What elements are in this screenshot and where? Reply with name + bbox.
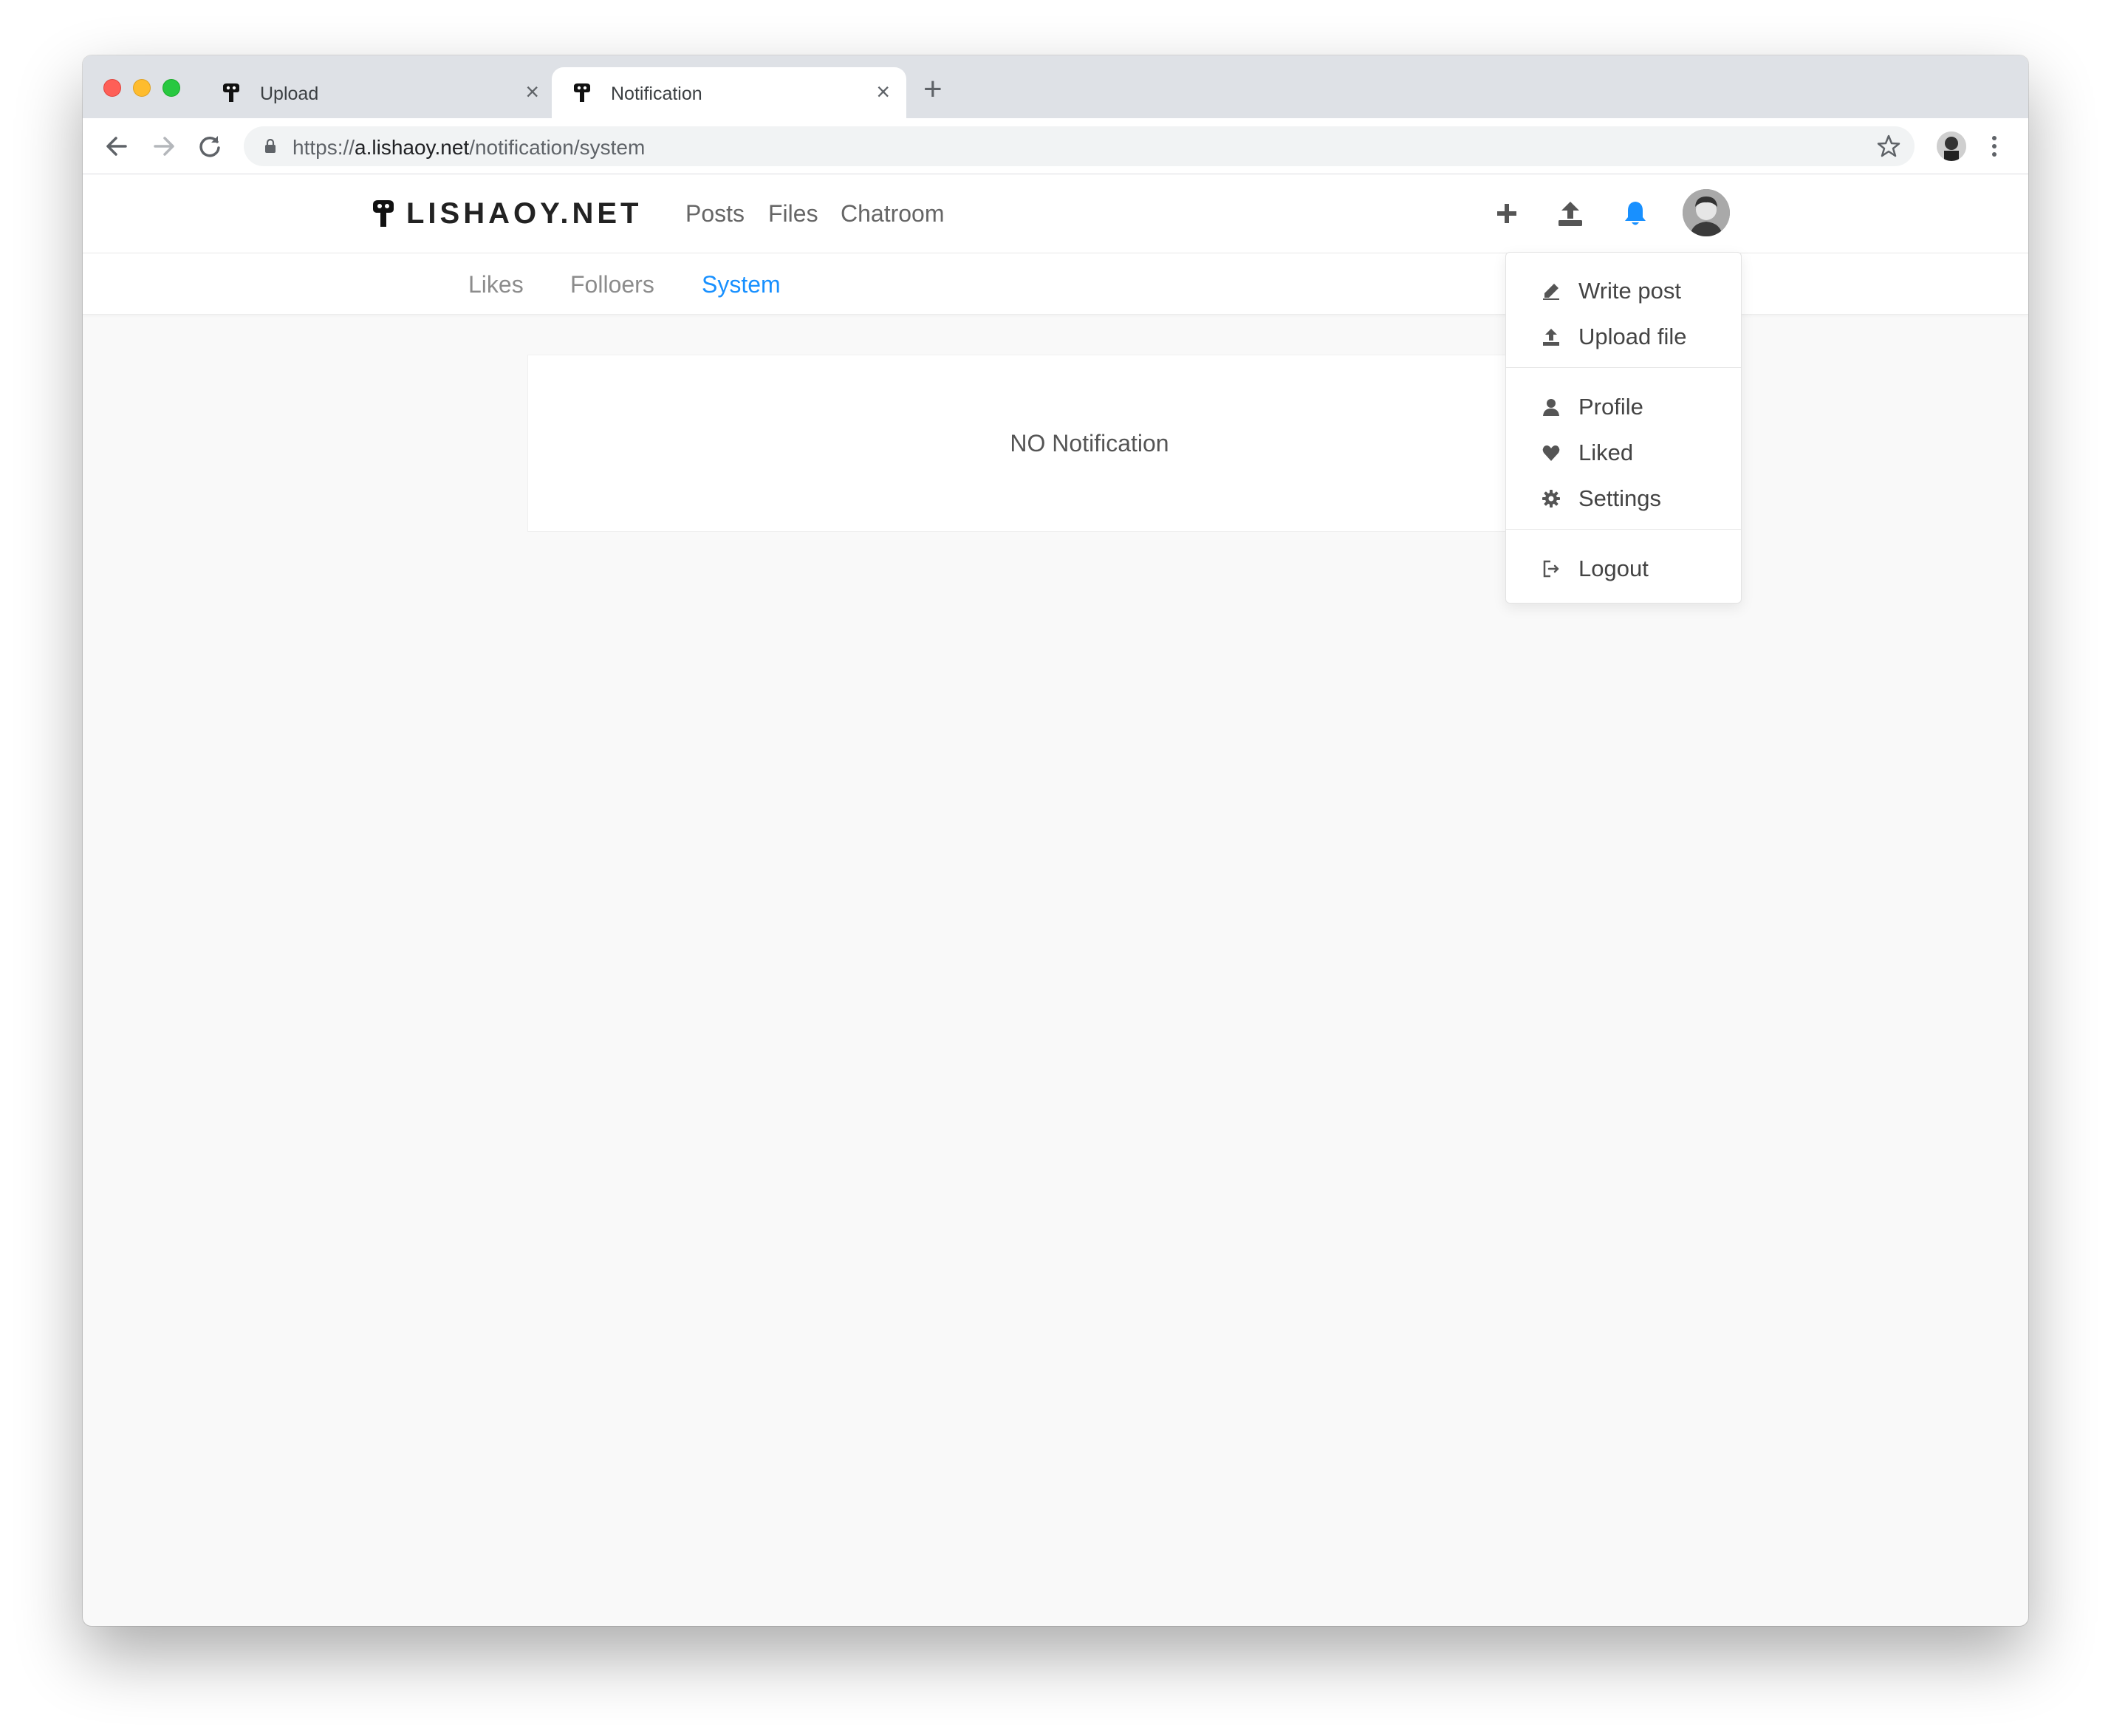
gear-icon [1542,490,1560,508]
menu-item-label: Profile [1578,394,1643,420]
notification-card: NO Notification [527,355,1652,532]
menu-item-profile[interactable]: Profile [1506,386,1741,428]
profile-photo-icon [1937,131,1966,161]
logo-text: LISHAOY.NET [406,197,643,230]
site-header: LISHAOY.NET Posts Files Chatroom [83,174,2028,253]
menu-item-label: Settings [1578,485,1662,511]
menu-item-settings[interactable]: Settings [1506,478,1741,519]
bell-icon[interactable] [1621,199,1650,228]
tab-system[interactable]: System [702,271,781,298]
menu-item-liked[interactable]: Liked [1506,432,1741,474]
heart-icon [1542,445,1560,461]
nav-link-chatroom[interactable]: Chatroom [841,200,945,228]
empty-notification-message: NO Notification [1010,430,1169,457]
url-text: https://a.lishaoy.net/notification/syste… [292,136,645,160]
lock-icon [265,139,276,153]
upload-icon [1543,329,1559,346]
site-favicon-icon [223,83,239,102]
reload-icon[interactable] [195,131,225,161]
menu-item-label: Logout [1578,556,1649,581]
menu-item-upload-file[interactable]: Upload file [1506,316,1741,358]
tab-close-icon[interactable]: × [525,79,539,104]
tab-title: Upload [260,83,319,104]
menu-divider [1506,529,1741,530]
menu-item-label: Liked [1578,440,1634,465]
user-dropdown-menu: Write post Upload file Profile Liked Set… [1505,252,1742,604]
tab-title: Notification [611,83,702,104]
back-arrow-icon[interactable] [102,131,131,161]
bookmark-star-icon[interactable] [1876,134,1901,159]
user-icon [1543,399,1559,416]
browser-toolbar: https://a.lishaoy.net/notification/syste… [83,118,2028,174]
url-scheme: https:// [292,136,355,159]
tab-likes[interactable]: Likes [468,271,524,298]
minimize-window-button[interactable] [133,79,151,97]
tab-upload[interactable]: Upload × [201,67,555,118]
tab-close-icon[interactable]: × [876,79,890,104]
nav-link-posts[interactable]: Posts [685,200,745,228]
url-path: /notification/system [469,136,646,159]
url-host: a.lishaoy.net [355,136,470,159]
tab-folloers[interactable]: Folloers [570,271,654,298]
nav-link-files[interactable]: Files [768,200,818,228]
avatar-photo-icon [1683,189,1730,236]
logo-icon [373,200,394,227]
menu-item-label: Write post [1578,278,1681,304]
user-avatar[interactable] [1683,189,1730,236]
forward-arrow-icon[interactable] [149,131,179,161]
tab-strip: Upload × Notification × + [83,55,2028,118]
logout-icon [1543,560,1559,578]
maximize-window-button[interactable] [162,79,180,97]
pencil-icon [1543,284,1559,300]
menu-item-write-post[interactable]: Write post [1506,270,1741,312]
site-logo[interactable]: LISHAOY.NET [371,195,642,232]
menu-item-label: Upload file [1578,324,1687,349]
browser-window: Upload × Notification × + https://a.lish… [83,55,2028,1626]
more-options-icon[interactable] [1987,133,2002,160]
close-window-button[interactable] [103,79,121,97]
tab-notification[interactable]: Notification × [552,67,906,118]
new-tab-button[interactable]: + [923,73,942,106]
menu-item-logout[interactable]: Logout [1506,548,1741,590]
upload-icon[interactable] [1556,199,1585,228]
address-bar[interactable]: https://a.lishaoy.net/notification/syste… [244,126,1915,166]
menu-divider [1506,367,1741,368]
plus-icon[interactable] [1492,199,1522,228]
site-favicon-icon [574,83,590,102]
browser-profile-avatar[interactable] [1937,131,1966,161]
